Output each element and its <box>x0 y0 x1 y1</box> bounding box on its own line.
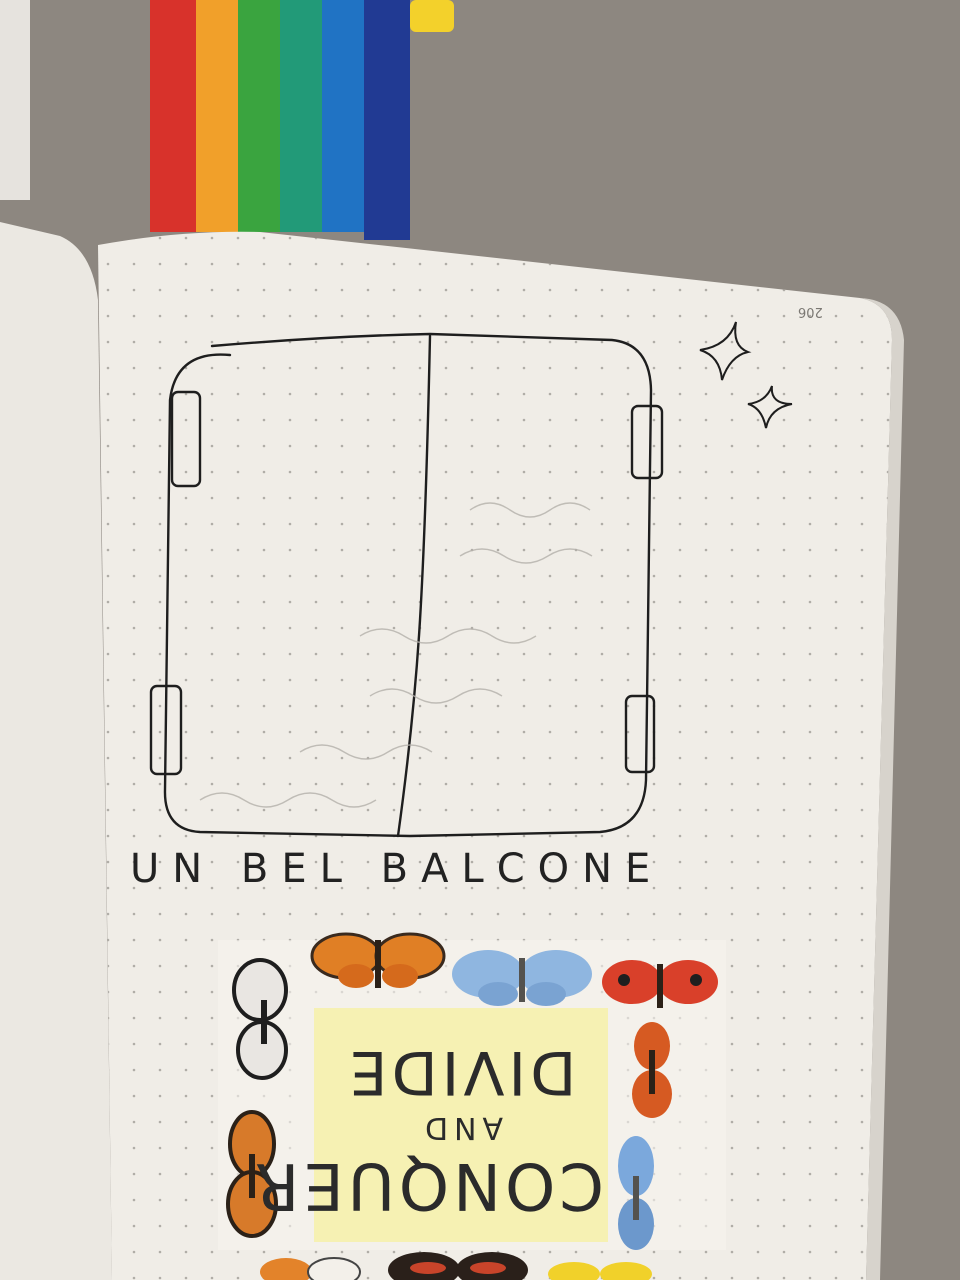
sticky-note-line2: AND <box>418 1110 504 1145</box>
sticky-note-line1: CONQUER <box>250 1148 604 1222</box>
rainbow-book <box>150 0 454 240</box>
sticky-note-line3: DIVIDE <box>345 1037 577 1107</box>
left-page <box>0 222 112 1280</box>
handwritten-caption: UN BEL BALCONE <box>130 846 664 892</box>
sticky-note-text: CONQUER AND DIVIDE <box>250 1012 604 1242</box>
page-number: 206 <box>798 304 823 319</box>
paper-edge <box>0 0 30 200</box>
photo-scene: 206 UN BEL BALCONE CONQUER AND DIVIDE <box>0 0 960 1280</box>
